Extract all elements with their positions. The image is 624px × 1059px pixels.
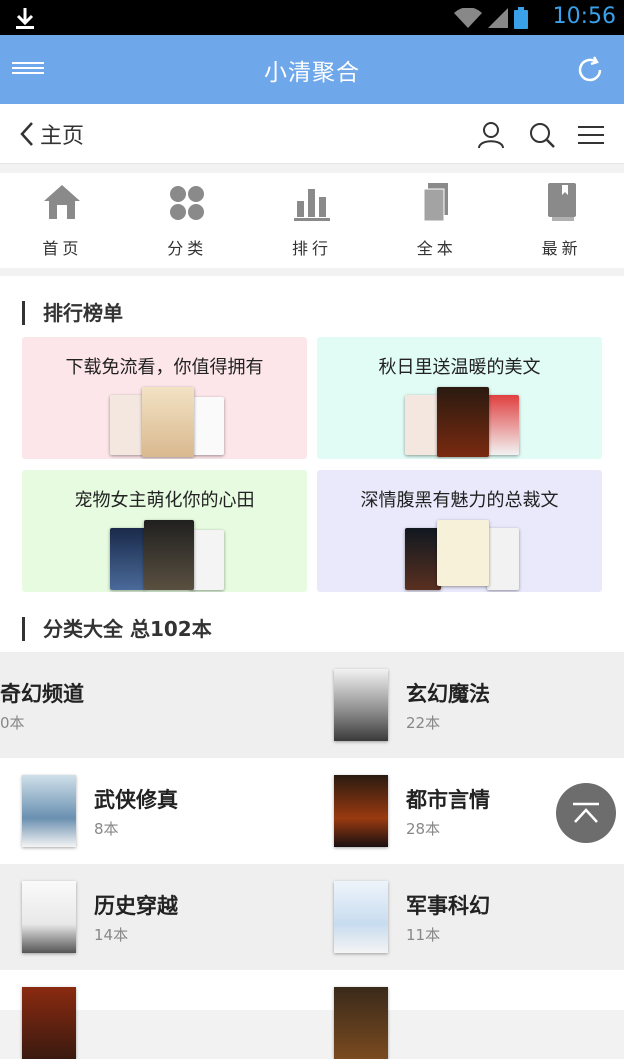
category-count: 8本 <box>94 820 119 838</box>
ranking-card-title: 宠物女主萌化你的心田 <box>74 490 255 511</box>
hamburger-menu-icon[interactable] <box>577 121 605 149</box>
ranking-card[interactable]: 秋日里送温暖的美文 <box>317 337 602 459</box>
category-count: 14本 <box>94 926 129 944</box>
ranking-card-title: 秋日里送温暖的美文 <box>378 357 541 378</box>
ranking-card[interactable]: 下载免流看，你值得拥有 <box>22 337 307 459</box>
category-count: 22本 <box>406 714 441 732</box>
quicknav-label: 全本 <box>416 239 457 258</box>
quicknav-complete[interactable]: 全本 <box>374 173 499 268</box>
category-count: 28本 <box>406 820 441 838</box>
books-icon <box>423 183 448 221</box>
search-icon[interactable] <box>528 121 556 149</box>
book-cover <box>110 528 146 590</box>
ranking-icon <box>293 189 330 221</box>
book-cover <box>192 397 224 455</box>
status-time: 10:56 <box>552 4 616 29</box>
category-item[interactable] <box>0 970 312 1059</box>
nav-bar: 主页 <box>0 104 624 164</box>
battery-icon <box>514 7 528 29</box>
card-covers <box>22 387 307 459</box>
category-name: 武侠修真 <box>94 788 178 812</box>
category-list: 奇幻频道 0本 玄幻魔法 22本 武侠修真 8本 都市言情 28本 历史穿越 1… <box>0 652 624 1059</box>
book-cover <box>487 528 519 590</box>
book-cover <box>190 530 224 590</box>
category-name: 奇幻频道 <box>0 682 84 706</box>
back-label: 主页 <box>40 124 85 149</box>
quicknav-label: 首页 <box>42 239 83 258</box>
ranking-card-title: 深情腹黑有魅力的总裁文 <box>360 490 559 511</box>
arrow-up-icon <box>573 802 599 823</box>
latest-book-icon <box>547 183 576 221</box>
ranking-section: 排行榜单 下载免流看，你值得拥有 秋日里送温暖的美文 宠物女主萌化你的心田 深情… <box>0 276 624 652</box>
ranking-card[interactable]: 深情腹黑有魅力的总裁文 <box>317 470 602 592</box>
category-name: 历史穿越 <box>94 894 178 918</box>
category-thumb <box>334 669 388 741</box>
category-count: 11本 <box>406 926 441 944</box>
ranking-card[interactable]: 宠物女主萌化你的心田 <box>22 470 307 592</box>
category-thumb <box>22 775 76 847</box>
book-cover <box>144 520 194 590</box>
quicknav-latest[interactable]: 最新 <box>499 173 624 268</box>
category-thumb <box>334 881 388 953</box>
card-covers <box>22 520 307 592</box>
ranking-title: 排行榜单 <box>22 301 123 325</box>
category-item[interactable]: 历史穿越 14本 <box>0 864 312 970</box>
category-item[interactable]: 军事科幻 11本 <box>312 864 624 970</box>
app-bar: 小清聚合 <box>0 35 624 104</box>
category-name: 玄幻魔法 <box>406 682 490 706</box>
card-covers <box>317 520 602 592</box>
category-name: 都市言情 <box>406 788 490 812</box>
home-icon <box>44 185 81 219</box>
book-cover <box>405 395 441 455</box>
book-cover <box>487 395 519 455</box>
status-bar: 10:56 <box>0 0 624 35</box>
category-item[interactable]: 奇幻频道 0本 <box>0 652 312 758</box>
download-icon <box>16 8 34 29</box>
category-row: 历史穿越 14本 军事科幻 11本 <box>0 864 624 970</box>
wifi-icon <box>454 8 482 28</box>
category-row: 奇幻频道 0本 玄幻魔法 22本 <box>0 652 624 758</box>
card-covers <box>317 387 602 459</box>
book-cover <box>405 528 441 590</box>
category-thumb <box>334 775 388 847</box>
category-count: 0本 <box>0 714 25 732</box>
category-row: 武侠修真 8本 都市言情 28本 <box>0 758 624 864</box>
ranking-card-title: 下载免流看，你值得拥有 <box>65 357 264 378</box>
back-button[interactable]: 主页 <box>20 118 84 150</box>
category-thumb <box>22 987 76 1059</box>
book-cover <box>142 387 194 457</box>
category-thumb <box>22 881 76 953</box>
category-item[interactable]: 武侠修真 8本 <box>0 758 312 864</box>
category-row <box>0 970 624 1059</box>
quick-nav: 首页 分类 排行 全本 最新 <box>0 173 624 268</box>
category-name: 军事科幻 <box>406 894 490 918</box>
status-icons <box>454 7 528 29</box>
quicknav-home[interactable]: 首页 <box>0 173 125 268</box>
signal-icon <box>488 8 508 28</box>
category-icon <box>170 186 205 220</box>
quicknav-label: 最新 <box>541 239 582 258</box>
back-to-top-button[interactable] <box>556 783 616 843</box>
quicknav-label: 排行 <box>291 239 332 258</box>
category-item[interactable]: 玄幻魔法 22本 <box>312 652 624 758</box>
quicknav-category[interactable]: 分类 <box>125 173 250 268</box>
category-item[interactable] <box>312 970 624 1059</box>
user-icon[interactable] <box>477 121 505 149</box>
chevron-left-icon <box>20 122 33 146</box>
category-thumb <box>334 987 388 1059</box>
book-cover <box>437 520 489 586</box>
app-title: 小清聚合 <box>264 60 360 86</box>
categories-title: 分类大全 总102本 <box>22 617 212 641</box>
book-cover <box>437 387 489 457</box>
book-cover <box>110 395 146 455</box>
refresh-icon[interactable] <box>576 56 604 84</box>
quicknav-ranking[interactable]: 排行 <box>250 173 375 268</box>
quicknav-label: 分类 <box>167 239 208 258</box>
